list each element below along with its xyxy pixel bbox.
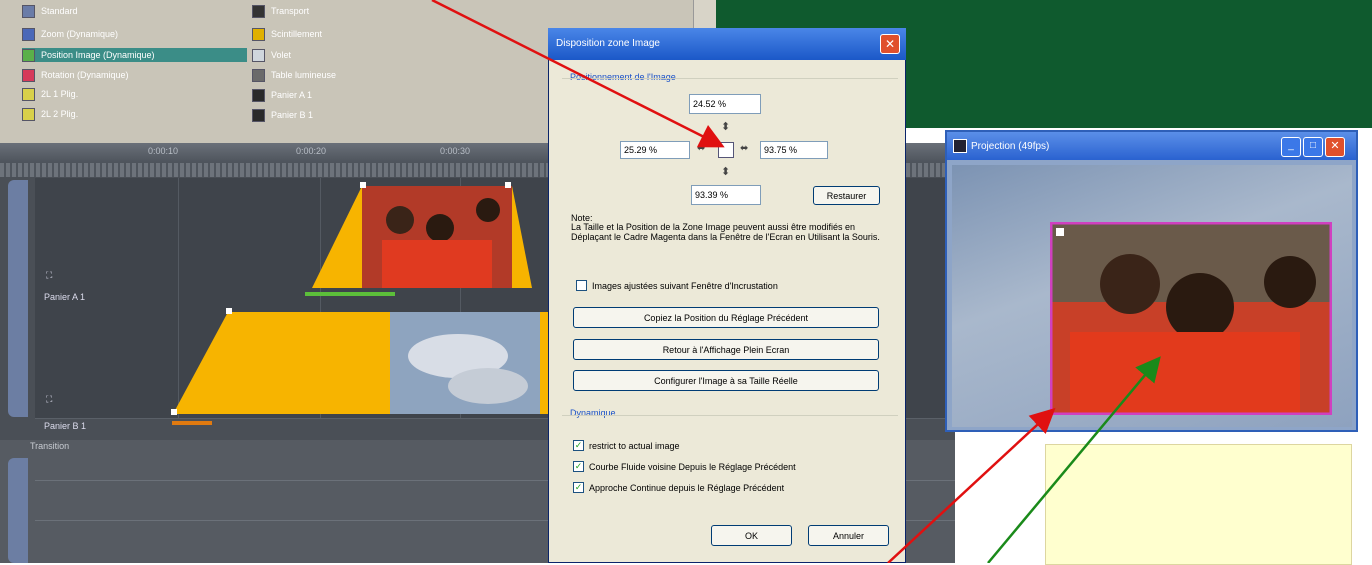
red-arrow-center-handle <box>431 0 725 148</box>
green-arrow-image <box>987 356 1161 563</box>
annotation-arrows <box>431 0 1161 563</box>
red-arrow-frame <box>887 407 1056 563</box>
